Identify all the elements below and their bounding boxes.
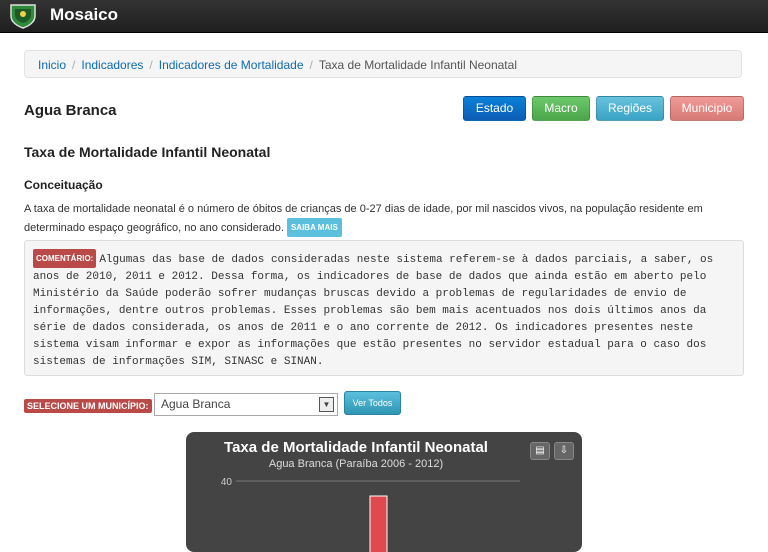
indicator-title: Taxa de Mortalidade Infantil Neonatal [24,144,271,160]
chart-title: Taxa de Mortalidade Infantil Neonatal [224,439,488,456]
download-icon[interactable]: ⇩ [554,442,574,460]
breadcrumb-inicio[interactable]: Inicio [38,58,66,72]
breadcrumb: Inicio / Indicadores / Indicadores de Mortal… [24,50,742,78]
saiba-mais-badge[interactable]: SAIBA MAIS [286,218,342,237]
comment-box: COMENTÁRIO: Algumas das base de dados con… [24,240,744,376]
print-icon[interactable]: ▤ [530,442,550,460]
breadcrumb-indicadores-mortalidade[interactable]: Indicadores de Mortalidade [159,58,304,72]
municipio-button[interactable]: Municipio [670,96,744,121]
app-title[interactable]: Mosaico [50,5,118,25]
dropdown-arrow-icon[interactable]: ▼ [319,397,334,412]
bar-0[interactable] [369,495,388,552]
macro-button[interactable]: Macro [532,96,590,121]
chart-panel: 40 Taxa de Mortalidade Infantil Neonatal… [186,432,582,552]
municipality-select[interactable]: Agua Branca ▼ [154,393,338,416]
top-navbar: Mosaico [0,0,768,33]
scope-buttons: Estado Macro Regiões Municipio [463,96,744,121]
indicator-description: A taxa de mortalidade neonatal é o númer… [24,201,744,237]
concept-heading: Conceituação [24,178,103,192]
breadcrumb-current: Taxa de Mortalidade Infantil Neonatal [318,58,517,72]
ver-todos-button[interactable]: Ver Todos [344,391,401,415]
y-tick-label-40: 40 [221,477,233,488]
regioes-button[interactable]: Regiões [596,96,664,121]
municipality-select-value: Agua Branca [161,397,231,411]
select-municipality-label: SELECIONE UM MUNICÍPIO: [24,399,152,413]
municipality-title: Agua Branca [24,102,117,119]
comment-text: Algumas das base de dados consideradas n… [33,254,714,368]
chart-subtitle: Agua Branca (Paraíba 2006 - 2012) [268,458,444,470]
description-text: A taxa de mortalidade neonatal é o númer… [24,203,703,234]
breadcrumb-indicadores[interactable]: Indicadores [81,58,143,72]
coat-of-arms-logo-icon[interactable] [9,2,37,29]
comment-tag: COMENTÁRIO: [33,249,97,268]
estado-button[interactable]: Estado [463,96,526,121]
